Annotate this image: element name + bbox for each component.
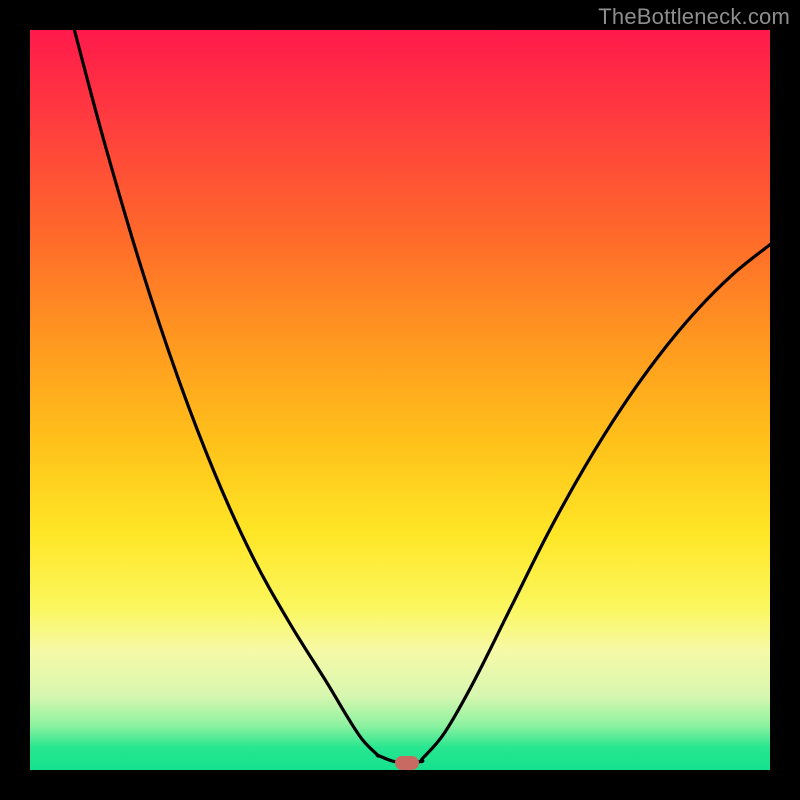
plot-area — [30, 30, 770, 770]
watermark-text: TheBottleneck.com — [598, 4, 790, 30]
minimum-marker — [395, 756, 419, 770]
curve-svg — [30, 30, 770, 770]
bottleneck-curve — [74, 30, 770, 763]
chart-frame: TheBottleneck.com — [0, 0, 800, 800]
